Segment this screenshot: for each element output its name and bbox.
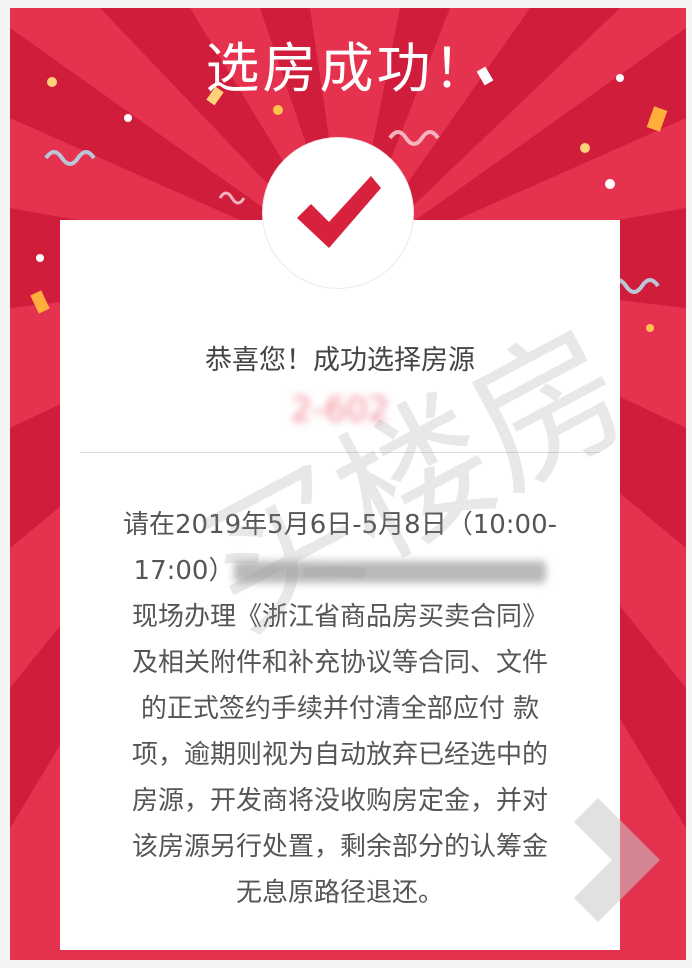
arrow-mark-icon (573, 797, 661, 923)
instruction-line: 请在2019年5月6日-5月8日（10:00- (122, 510, 558, 540)
instruction-line: 现场办理《浙江省商品房买卖合同》 (131, 602, 548, 632)
result-card: 恭喜您！成功选择房源 2-602 请在2019年5月6日-5月8日（10:00-… (60, 220, 620, 950)
instruction-line: 房源，开发商将没收购房定金，并对 (131, 786, 548, 816)
instruction-line: 17:00） (78, 548, 602, 594)
check-icon (297, 176, 381, 248)
instruction-line: 无息原路径退还。 (235, 878, 444, 908)
instruction-time: 17:00） (133, 556, 235, 586)
redacted-location (234, 560, 547, 583)
instruction-line: 项，逾期则视为自动放弃已经选中的 (131, 740, 548, 770)
check-badge (263, 138, 413, 288)
success-poster: 选房成功！ 恭喜您！成功选择房源 2-602 请在2019年5月6日-5月8日（… (10, 8, 686, 960)
divider (80, 452, 600, 453)
instruction-line: 该房源另行处置，剩余部分的认筹金 (131, 832, 548, 862)
page-title: 选房成功！ (205, 37, 491, 100)
room-number: 2-602 (290, 390, 390, 430)
instruction-line: 及相关附件和补充协议等合同、文件 (131, 648, 548, 678)
instructions-text: 请在2019年5月6日-5月8日（10:00- 17:00） 现场办理《浙江省商… (78, 502, 602, 916)
success-headline: 恭喜您！成功选择房源 (205, 345, 475, 376)
instruction-line: 的正式签约手续并付清全部应付 款 (140, 694, 540, 724)
